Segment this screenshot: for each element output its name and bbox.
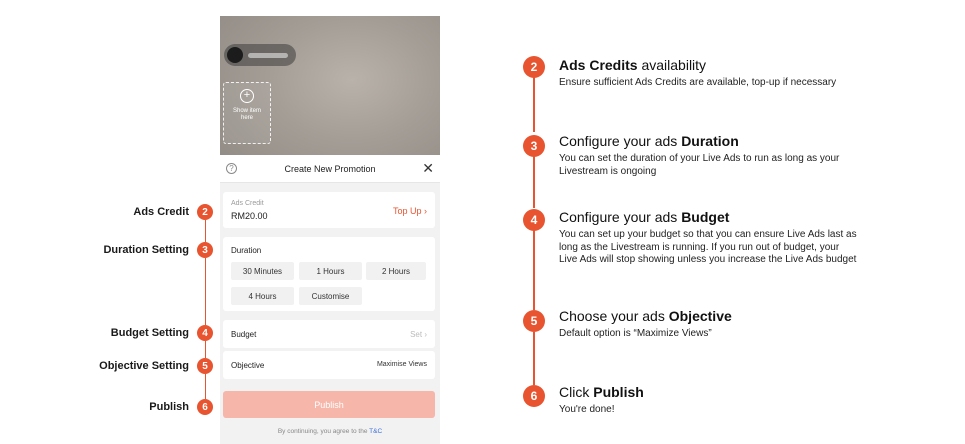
ads-credit-label: Ads Credit (231, 200, 264, 207)
annotation-badge: 4 (197, 325, 213, 341)
duration-option-30-minutes[interactable]: 30 Minutes (231, 262, 294, 280)
step-description: Default option is “Maximize Views” (559, 328, 712, 339)
step-badge: 4 (523, 209, 545, 231)
annotation-label: Duration Setting (103, 244, 189, 256)
step-objective: Choose your ads Objective Default option… (559, 307, 859, 341)
budget-label: Budget (231, 330, 257, 339)
step-publish: Click Publish You're done! (559, 383, 859, 417)
plus-icon: + (240, 89, 254, 103)
step-title: Configure your ads Budget (559, 209, 730, 225)
avatar (227, 47, 243, 63)
budget-value: Set › (410, 330, 427, 339)
annotation-badge: 5 (197, 358, 213, 374)
duration-option-2-hours[interactable]: 2 Hours (366, 262, 426, 280)
annotation-label: Ads Credit (133, 206, 189, 218)
step-connector (533, 155, 535, 208)
terms-notice: By continuing, you agree to the T&C (220, 428, 440, 435)
step-ads-credits: Ads Credits availability Ensure sufficie… (559, 56, 859, 90)
step-connector (533, 332, 535, 385)
duration-option-customise[interactable]: Customise (299, 287, 362, 305)
step-description: You can set the duration of your Live Ad… (559, 153, 840, 177)
annotation-label: Publish (149, 401, 189, 413)
annotation-label: Budget Setting (110, 327, 189, 339)
annotation-connector (205, 341, 206, 358)
objective-row[interactable]: Objective Maximise Views (223, 351, 435, 379)
show-item-label: Show item here (232, 108, 261, 121)
step-budget: Configure your ads Budget You can set up… (559, 208, 859, 267)
step-title: Click Publish (559, 384, 644, 400)
ads-credit-value: RM20.00 (231, 211, 268, 221)
step-badge: 2 (523, 56, 545, 78)
duration-label: Duration (231, 246, 262, 255)
step-badge: 6 (523, 385, 545, 407)
duration-card: Duration 30 Minutes 1 Hours 2 Hours 4 Ho… (223, 237, 435, 311)
step-connector (533, 230, 535, 310)
annotation-connector (205, 220, 206, 242)
ads-credit-card: Ads Credit RM20.00 Top Up › (223, 192, 435, 228)
sheet-header: ? Create New Promotion ✕ (220, 155, 440, 183)
camera-preview: + Show item here (220, 16, 440, 176)
objective-value: Maximise Views (376, 361, 427, 368)
step-connector (533, 75, 535, 132)
streamer-name-blurred (248, 52, 288, 58)
step-description: You're done! (559, 404, 615, 415)
sheet-title: Create New Promotion (284, 163, 376, 174)
objective-label: Objective (231, 361, 265, 370)
duration-option-1-hours[interactable]: 1 Hours (299, 262, 362, 280)
step-title: Configure your ads Duration (559, 133, 739, 149)
publish-button[interactable]: Publish (223, 391, 435, 418)
step-description: You can set up your budget so that you c… (559, 229, 857, 265)
terms-link[interactable]: T&C (369, 428, 382, 435)
step-description: Ensure sufficient Ads Credits are availa… (559, 77, 837, 88)
annotation-badge: 6 (197, 399, 213, 415)
step-badge: 5 (523, 310, 545, 332)
annotation-badge: 3 (197, 242, 213, 258)
step-badge: 3 (523, 135, 545, 157)
phone-screen: + Show item here ? Create New Promotion … (220, 16, 440, 444)
annotation-badge: 2 (197, 204, 213, 220)
terms-prefix: By continuing, you agree to the (277, 428, 370, 435)
budget-row[interactable]: Budget Set › (223, 320, 435, 348)
close-icon[interactable]: ✕ (422, 160, 434, 176)
top-up-link[interactable]: Top Up › (393, 206, 427, 216)
help-icon[interactable]: ? (226, 163, 237, 174)
step-title: Choose your ads Objective (559, 308, 732, 324)
step-duration: Configure your ads Duration You can set … (559, 132, 859, 178)
annotation-connector (205, 374, 206, 399)
show-item-button[interactable]: + Show item here (223, 82, 271, 144)
streamer-profile (224, 44, 296, 66)
annotation-connector (205, 258, 206, 325)
annotation-label: Objective Setting (99, 360, 189, 372)
duration-option-4-hours[interactable]: 4 Hours (231, 287, 294, 305)
create-promotion-sheet: ? Create New Promotion ✕ Ads Credit RM20… (220, 155, 440, 444)
step-title: Ads Credits availability (559, 57, 707, 73)
